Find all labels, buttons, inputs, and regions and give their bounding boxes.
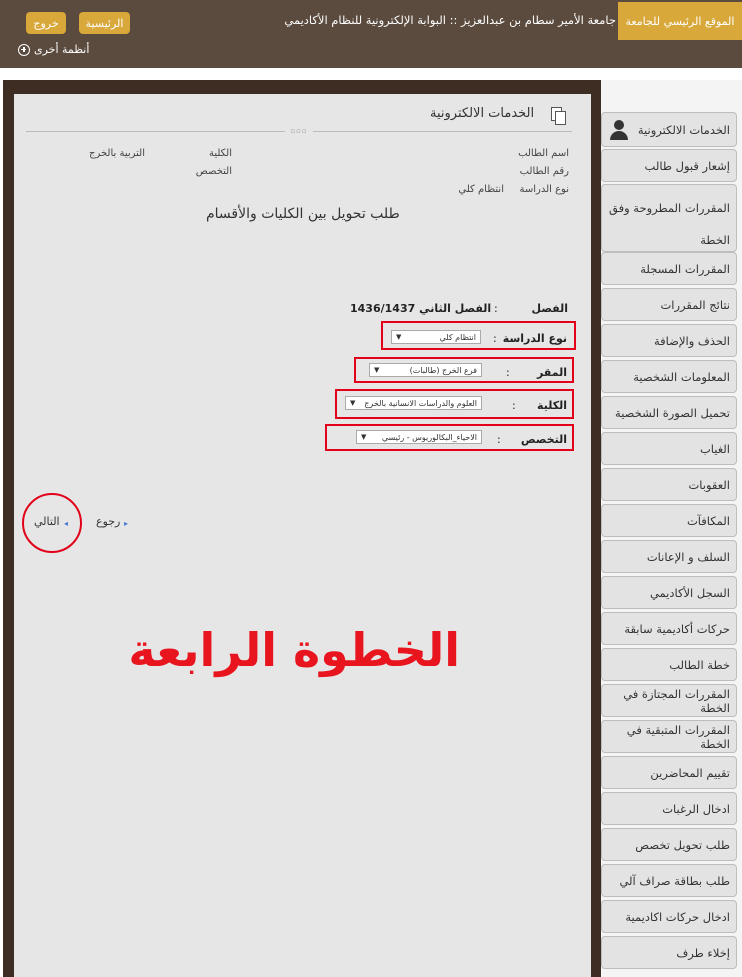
documents-icon — [551, 107, 567, 125]
major-label: التخصص — [520, 433, 567, 446]
chevron-down-icon: ▼ — [350, 399, 356, 407]
sidebar-item-penalties[interactable]: العقوبات — [601, 468, 737, 501]
sidebar-item-label: المكافآت — [686, 513, 730, 528]
semester-label: الفصل — [531, 302, 568, 315]
study-type-select[interactable]: انتظام كلي ▼ — [391, 330, 481, 344]
college-select[interactable]: العلوم والدراسات الانسانية بالخرج ▼ — [345, 396, 482, 410]
semester-colon: : — [494, 302, 498, 315]
sidebar-item-label: السلف و الإعانات — [646, 549, 730, 564]
sidebar-item-label: خطة الطالب — [669, 657, 730, 672]
sidebar-item-evaluate-lecturers[interactable]: تقييم المحاضرين — [601, 756, 737, 789]
step-annotation: الخطوة الرابعة — [128, 623, 460, 677]
study-type-info-label: نوع الدراسة — [519, 184, 569, 195]
sidebar-item-label: الحذف والإضافة — [654, 333, 730, 348]
plus-circle-icon — [18, 43, 30, 56]
semester-value: الفصل الثاني 1436/1437 — [350, 302, 492, 315]
study-type-colon: : — [493, 332, 497, 345]
sidebar-item-upload-photo[interactable]: تحميل الصورة الشخصية — [601, 396, 737, 429]
sidebar-item-clearance[interactable]: إخلاء طرف — [601, 936, 737, 969]
sidebar-item-absence[interactable]: الغياب — [601, 432, 737, 465]
sidebar-item-label: نتائج المقررات — [660, 297, 730, 312]
section-title: الخدمات الالكترونية — [430, 106, 535, 121]
sidebar-item-label: تحميل الصورة الشخصية — [615, 405, 730, 420]
sidebar-item-admission-notice[interactable]: إشعار قبول طالب — [601, 149, 737, 182]
major-colon: : — [497, 433, 501, 446]
other-systems-label: أنظمة أخرى — [34, 43, 90, 56]
sidebar-item-label: المقررات المتبقية في الخطة — [626, 722, 730, 751]
sidebar-item-eservices[interactable]: الخدمات الالكترونية — [601, 112, 737, 147]
sidebar-item-label: إخلاء طرف — [676, 945, 730, 960]
next-arrow-icon[interactable]: ◂ — [64, 519, 68, 528]
sidebar-item-drop-add[interactable]: الحذف والإضافة — [601, 324, 737, 357]
sidebar-item-label: إشعار قبول طالب — [644, 158, 730, 173]
sidebar-item-major-transfer[interactable]: طلب تحويل تخصص — [601, 828, 737, 861]
sidebar-item-loans[interactable]: السلف و الإعانات — [601, 540, 737, 573]
student-id-label: رقم الطالب — [519, 166, 569, 177]
chevron-down-icon: ▼ — [361, 433, 367, 441]
sidebar-item-label: العقوبات — [688, 477, 730, 492]
sidebar-item-rewards[interactable]: المكافآت — [601, 504, 737, 537]
location-select[interactable]: فرع الخرج (طالبات) ▼ — [369, 363, 482, 377]
sidebar-item-academic-actions[interactable]: ادخال حركات اكاديمية — [601, 900, 737, 933]
top-header: الموقع الرئيسي للجامعة جامعة الأمير سطام… — [0, 0, 742, 68]
chevron-down-icon: ▼ — [396, 333, 402, 341]
college-label: الكلية — [537, 399, 567, 412]
college-info-label: الكلية — [208, 148, 232, 159]
sidebar-item-label: الغياب — [699, 441, 730, 456]
sidebar-item-label: المقررات المسجلة — [640, 261, 730, 276]
sidebar-item-preferences[interactable]: ادخال الرغبات — [601, 792, 737, 825]
sidebar-item-academic-record[interactable]: السجل الأكاديمي — [601, 576, 737, 609]
user-icon — [608, 119, 630, 141]
sidebar-item-label: المعلومات الشخصية — [633, 369, 730, 384]
major-select-value: الاحياء_البكالوريوس - رئيسي — [381, 432, 477, 442]
back-link[interactable]: رجوع — [96, 515, 120, 528]
sidebar-item-personal-info[interactable]: المعلومات الشخصية — [601, 360, 737, 393]
study-type-info-value: انتظام كلي — [458, 184, 504, 195]
college-info-value: التربية بالخرج — [88, 148, 145, 159]
college-select-value: العلوم والدراسات الانسانية بالخرج — [364, 398, 477, 408]
sidebar-item-label: الخدمات الالكترونية — [637, 122, 730, 137]
sidebar-item-passed-courses[interactable]: المقررات المجتازة في الخطة — [601, 684, 737, 717]
location-select-value: فرع الخرج (طالبات) — [409, 365, 477, 375]
request-title: طلب تحويل بين الكليات والأقسام — [206, 206, 400, 222]
sidebar-item-label: المقررات المجتازة في الخطة — [623, 686, 730, 715]
sidebar-item-registered-courses[interactable]: المقررات المسجلة — [601, 252, 737, 285]
portal-title: جامعة الأمير سطام بن عبدالعزيز :: البواب… — [284, 13, 616, 27]
sidebar-item-label: المقررات المطروحة وفق الخطة — [609, 201, 730, 247]
sidebar-item-label: ادخال حركات اكاديمية — [625, 909, 730, 924]
sidebar-item-remaining-courses[interactable]: المقررات المتبقية في الخطة — [601, 720, 737, 753]
sidebar-item-label: ادخال الرغبات — [662, 801, 730, 816]
college-colon: : — [512, 399, 516, 412]
study-type-select-value: انتظام كلي — [439, 332, 476, 342]
major-select[interactable]: الاحياء_البكالوريوس - رئيسي ▼ — [356, 430, 482, 444]
back-arrow-icon[interactable]: ▸ — [124, 519, 128, 528]
main-button[interactable]: الرئيسية — [79, 12, 130, 34]
exit-button[interactable]: خروج — [26, 12, 66, 34]
sidebar-item-atm-card[interactable]: طلب بطاقة صراف آلي — [601, 864, 737, 897]
sidebar-item-offered-courses[interactable]: المقررات المطروحة وفق الخطة — [601, 184, 737, 252]
location-colon: : — [506, 366, 510, 379]
university-home-link[interactable]: الموقع الرئيسي للجامعة — [618, 2, 742, 40]
sidebar-item-label: حركات أكاديمية سابقة — [624, 621, 730, 636]
study-type-label: نوع الدراسة — [502, 332, 567, 345]
sidebar-item-label: طلب بطاقة صراف آلي — [619, 873, 730, 888]
sidebar-item-label: تقييم المحاضرين — [650, 765, 730, 780]
chevron-down-icon: ▼ — [374, 366, 380, 374]
next-link[interactable]: التالي — [34, 515, 60, 528]
content-panel — [14, 94, 591, 977]
sidebar-item-course-results[interactable]: نتائج المقررات — [601, 288, 737, 321]
sidebar-item-previous-actions[interactable]: حركات أكاديمية سابقة — [601, 612, 737, 645]
other-systems-link[interactable]: أنظمة أخرى — [18, 43, 89, 56]
divider-handle: ▫▫▫ — [285, 128, 313, 135]
student-name-label: اسم الطالب — [518, 148, 569, 159]
location-label: المقر — [536, 366, 567, 379]
major-info-label: التخصص — [195, 166, 232, 177]
sidebar-item-label: طلب تحويل تخصص — [635, 837, 730, 852]
sidebar-item-label: السجل الأكاديمي — [649, 585, 730, 600]
sidebar-item-student-plan[interactable]: خطة الطالب — [601, 648, 737, 681]
